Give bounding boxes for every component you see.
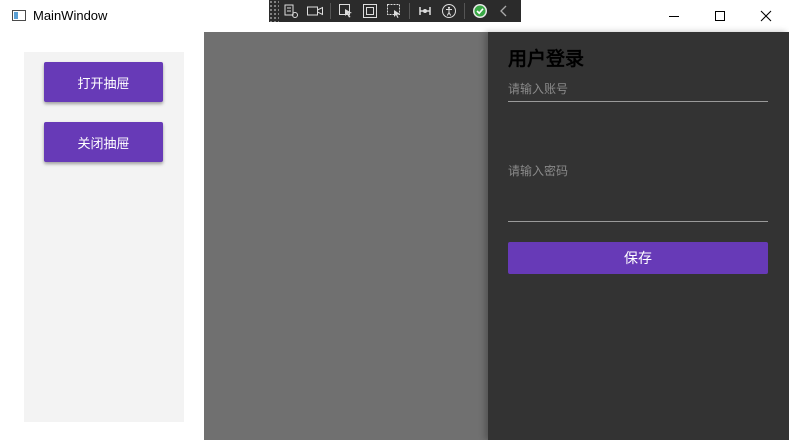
- maximize-button[interactable]: [697, 0, 743, 32]
- toolbar-grip[interactable]: [269, 0, 279, 22]
- display-layout-adorners-button[interactable]: [358, 0, 382, 22]
- record-video-button[interactable]: [303, 0, 327, 22]
- hot-reload-icon: [419, 7, 431, 15]
- binding-status-button[interactable]: [468, 0, 492, 22]
- live-visual-tree-icon: [284, 4, 298, 18]
- window-title: MainWindow: [33, 8, 108, 23]
- track-focus-button[interactable]: [382, 0, 406, 22]
- button-panel: 打开抽屉 关闭抽屉: [24, 52, 184, 422]
- hot-reload-button[interactable]: [413, 0, 437, 22]
- video-camera-icon: [307, 6, 323, 16]
- window-left-edge: [0, 32, 6, 440]
- close-icon: [760, 10, 772, 22]
- select-element-button[interactable]: [334, 0, 358, 22]
- debug-toolbar: [269, 0, 521, 22]
- account-field: [508, 80, 768, 102]
- toolbar-separator: [464, 3, 465, 19]
- toolbar-separator: [330, 3, 331, 19]
- maximize-icon: [715, 11, 725, 21]
- status-ok-icon: [473, 4, 487, 18]
- password-field: [508, 162, 768, 222]
- chevron-left-icon: [500, 5, 507, 17]
- accessibility-checker-button[interactable]: [437, 0, 461, 22]
- collapse-toolbar-button[interactable]: [492, 0, 516, 22]
- minimize-button[interactable]: [651, 0, 697, 32]
- window-app-icon: [12, 10, 26, 21]
- minimize-icon: [669, 16, 679, 17]
- live-visual-tree-button[interactable]: [279, 0, 303, 22]
- drawer-overlay[interactable]: [204, 32, 488, 440]
- close-drawer-button[interactable]: 关闭抽屉: [44, 122, 163, 162]
- accessibility-icon: [442, 4, 456, 18]
- account-input[interactable]: [508, 80, 768, 98]
- title-bar: MainWindow: [0, 0, 789, 32]
- select-element-icon: [339, 4, 352, 18]
- toolbar-separator: [409, 3, 410, 19]
- open-drawer-button[interactable]: 打开抽屉: [44, 62, 163, 102]
- drawer-title: 用户登录: [508, 48, 585, 70]
- layout-adorners-icon: [363, 4, 377, 18]
- password-input[interactable]: [508, 162, 768, 180]
- save-button[interactable]: 保存: [508, 242, 768, 274]
- close-button[interactable]: [743, 0, 789, 32]
- track-focus-icon: [387, 4, 400, 18]
- login-drawer: 用户登录 保存: [488, 32, 789, 440]
